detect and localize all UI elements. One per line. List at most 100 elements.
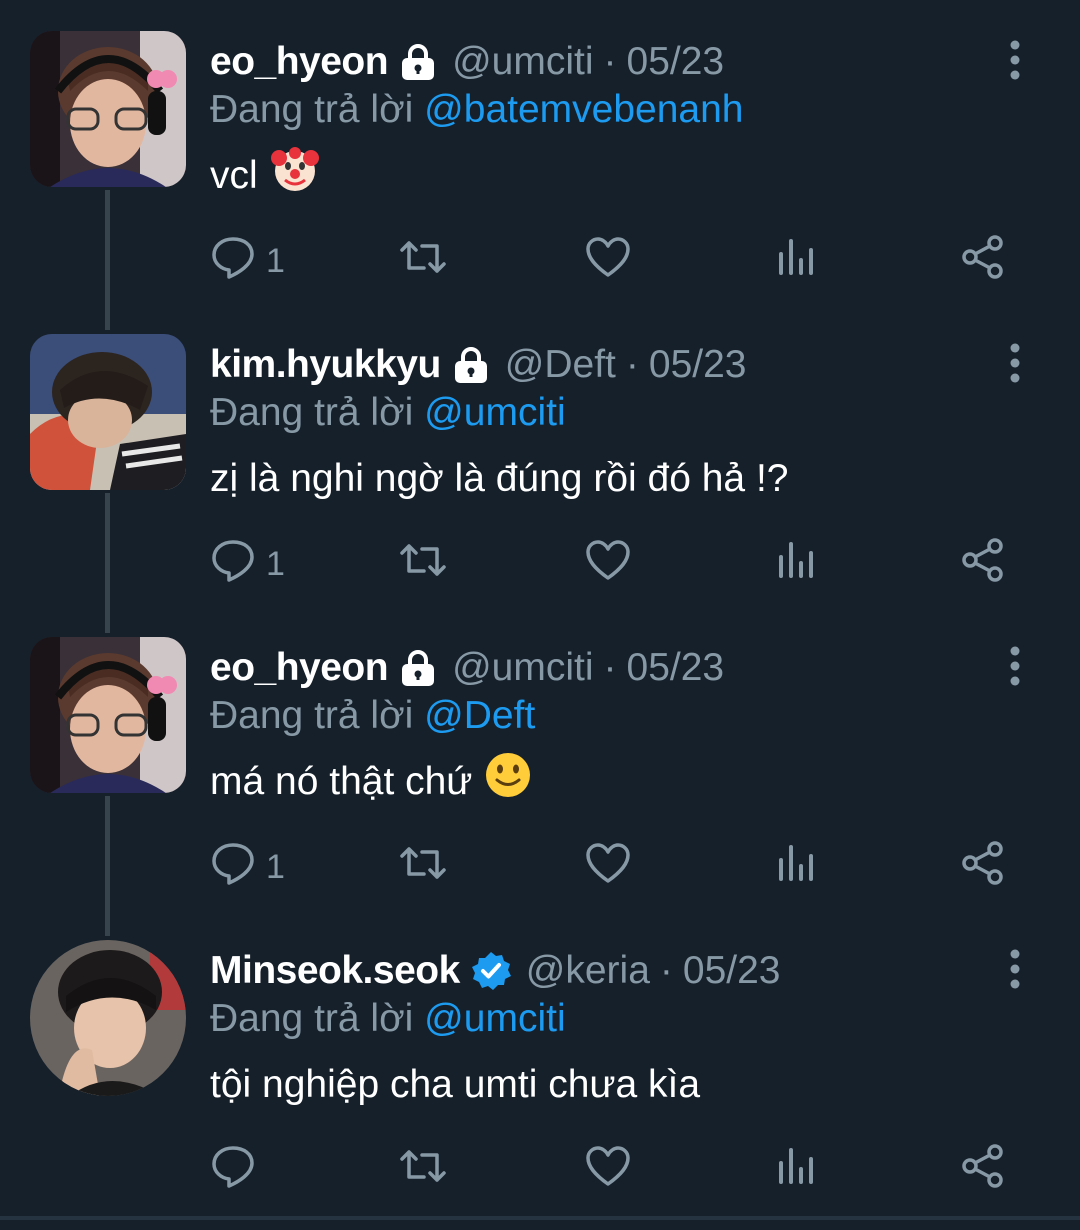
heart-icon — [584, 234, 632, 289]
separator-dot: · — [625, 343, 639, 386]
user-handle[interactable]: @umciti — [452, 38, 593, 86]
clown-face-icon — [270, 144, 320, 208]
heart-icon — [584, 840, 632, 895]
avatar[interactable] — [30, 637, 186, 793]
reply-context: Đang trả lời @umciti — [210, 995, 566, 1043]
reply-mention[interactable]: @umciti — [424, 391, 565, 434]
more-options-icon[interactable] — [1000, 947, 1030, 991]
tweet-text-content: zị là nghi ngờ là đúng rồi đó hả !? — [210, 457, 789, 500]
like-button[interactable] — [584, 538, 632, 590]
tweet-header: Minseok.seok @keria · 05/23 — [210, 947, 781, 995]
reply-count: 1 — [266, 241, 285, 280]
retweet-button[interactable] — [398, 841, 448, 893]
tweet-header: kim.hyukkyu @Deft · 05/23 — [210, 341, 747, 389]
like-button[interactable] — [584, 841, 632, 893]
heart-icon — [584, 1143, 632, 1198]
retweet-icon — [398, 537, 448, 592]
lock-icon — [451, 345, 491, 385]
more-options-icon[interactable] — [1000, 341, 1030, 385]
reply-button[interactable]: 1 — [210, 235, 285, 287]
separator-dot: · — [659, 949, 673, 992]
analytics-button[interactable] — [776, 538, 816, 590]
retweet-button[interactable] — [398, 1144, 448, 1196]
tweet-actions — [210, 1143, 1030, 1198]
user-handle[interactable]: @keria — [526, 947, 650, 995]
tweet-date[interactable]: 05/23 — [627, 644, 725, 692]
reply-button[interactable] — [210, 1144, 266, 1196]
comment-icon — [210, 840, 256, 895]
tweet-text-content: má nó thật chứ — [210, 760, 473, 803]
more-options-icon[interactable] — [1000, 644, 1030, 688]
share-icon — [960, 840, 1006, 895]
avatar[interactable] — [30, 31, 186, 187]
reply-prefix: Đang trả lời — [210, 391, 414, 434]
share-button[interactable] — [960, 537, 1006, 590]
reply-button[interactable]: 1 — [210, 841, 285, 893]
tweet-1[interactable]: eo_hyeon @umciti · 05/23 Đang trả lời @b… — [0, 0, 1080, 330]
reply-context: Đang trả lời @batemvebenanh — [210, 86, 743, 134]
lock-icon — [398, 648, 438, 688]
display-name[interactable]: eo_hyeon — [210, 644, 389, 692]
tweet-text-content: vcl — [210, 154, 258, 197]
analytics-button[interactable] — [776, 235, 816, 287]
tweet-4[interactable]: Minseok.seok @keria · 05/23 Đang trả lời… — [0, 909, 1080, 1212]
divider — [0, 1216, 1080, 1220]
share-icon — [960, 1143, 1006, 1198]
tweet-header: eo_hyeon @umciti · 05/23 — [210, 644, 724, 692]
tweet-date[interactable]: 05/23 — [683, 947, 781, 995]
display-name[interactable]: Minseok.seok — [210, 947, 460, 995]
tweet-date[interactable]: 05/23 — [649, 341, 747, 389]
share-button[interactable] — [960, 1143, 1006, 1198]
tweet-header: eo_hyeon @umciti · 05/23 — [210, 38, 724, 86]
reply-mention[interactable]: @umciti — [424, 997, 565, 1040]
analytics-icon — [776, 537, 816, 592]
analytics-button[interactable] — [776, 841, 816, 893]
retweet-icon — [398, 840, 448, 895]
tweet-2[interactable]: kim.hyukkyu @Deft · 05/23 Đang trả lời @… — [0, 303, 1080, 633]
tweet-text-content: tội nghiệp cha umti chưa kìa — [210, 1063, 701, 1106]
user-handle[interactable]: @umciti — [452, 644, 593, 692]
heart-icon — [584, 537, 632, 592]
slightly-smiling-face-icon — [484, 751, 532, 813]
reply-count: 1 — [266, 847, 285, 886]
user-handle[interactable]: @Deft — [505, 341, 616, 389]
avatar[interactable] — [30, 334, 186, 490]
display-name[interactable]: kim.hyukkyu — [210, 341, 441, 389]
reply-thread: eo_hyeon @umciti · 05/23 Đang trả lời @b… — [0, 0, 1080, 1230]
share-button[interactable] — [960, 840, 1006, 895]
reply-mention[interactable]: @Deft — [424, 694, 535, 737]
analytics-icon — [776, 1143, 816, 1198]
reply-count: 1 — [266, 544, 285, 583]
analytics-icon — [776, 840, 816, 895]
comment-icon — [210, 234, 256, 289]
like-button[interactable] — [584, 1144, 632, 1196]
verified-icon — [470, 950, 512, 992]
reply-prefix: Đang trả lời — [210, 88, 414, 131]
reply-context: Đang trả lời @Deft — [210, 692, 535, 740]
analytics-button[interactable] — [776, 1144, 816, 1196]
tweet-date[interactable]: 05/23 — [627, 38, 725, 86]
separator-dot: · — [603, 646, 617, 689]
retweet-button[interactable] — [398, 538, 448, 590]
tweet-text: tội nghiệp cha umti chưa kìa — [210, 1059, 700, 1111]
comment-icon — [210, 537, 256, 592]
lock-icon — [398, 42, 438, 82]
reply-prefix: Đang trả lời — [210, 694, 414, 737]
reply-mention[interactable]: @batemvebenanh — [424, 88, 743, 131]
tweet-text: má nó thật chứ — [210, 753, 532, 808]
like-button[interactable] — [584, 235, 632, 287]
tweet-text: zị là nghi ngờ là đúng rồi đó hả !? — [210, 453, 788, 505]
more-options-icon[interactable] — [1000, 38, 1030, 82]
separator-dot: · — [603, 40, 617, 83]
tweet-actions: 1 — [210, 840, 1030, 895]
retweet-button[interactable] — [398, 235, 448, 287]
tweet-3[interactable]: eo_hyeon @umciti · 05/23 Đang trả lời @D… — [0, 606, 1080, 936]
comment-icon — [210, 1143, 256, 1198]
share-icon — [960, 234, 1006, 289]
tweet-actions: 1 — [210, 234, 1030, 289]
share-button[interactable] — [960, 234, 1006, 289]
reply-button[interactable]: 1 — [210, 538, 285, 590]
avatar[interactable] — [30, 940, 186, 1096]
display-name[interactable]: eo_hyeon — [210, 38, 389, 86]
reply-context: Đang trả lời @umciti — [210, 389, 566, 437]
